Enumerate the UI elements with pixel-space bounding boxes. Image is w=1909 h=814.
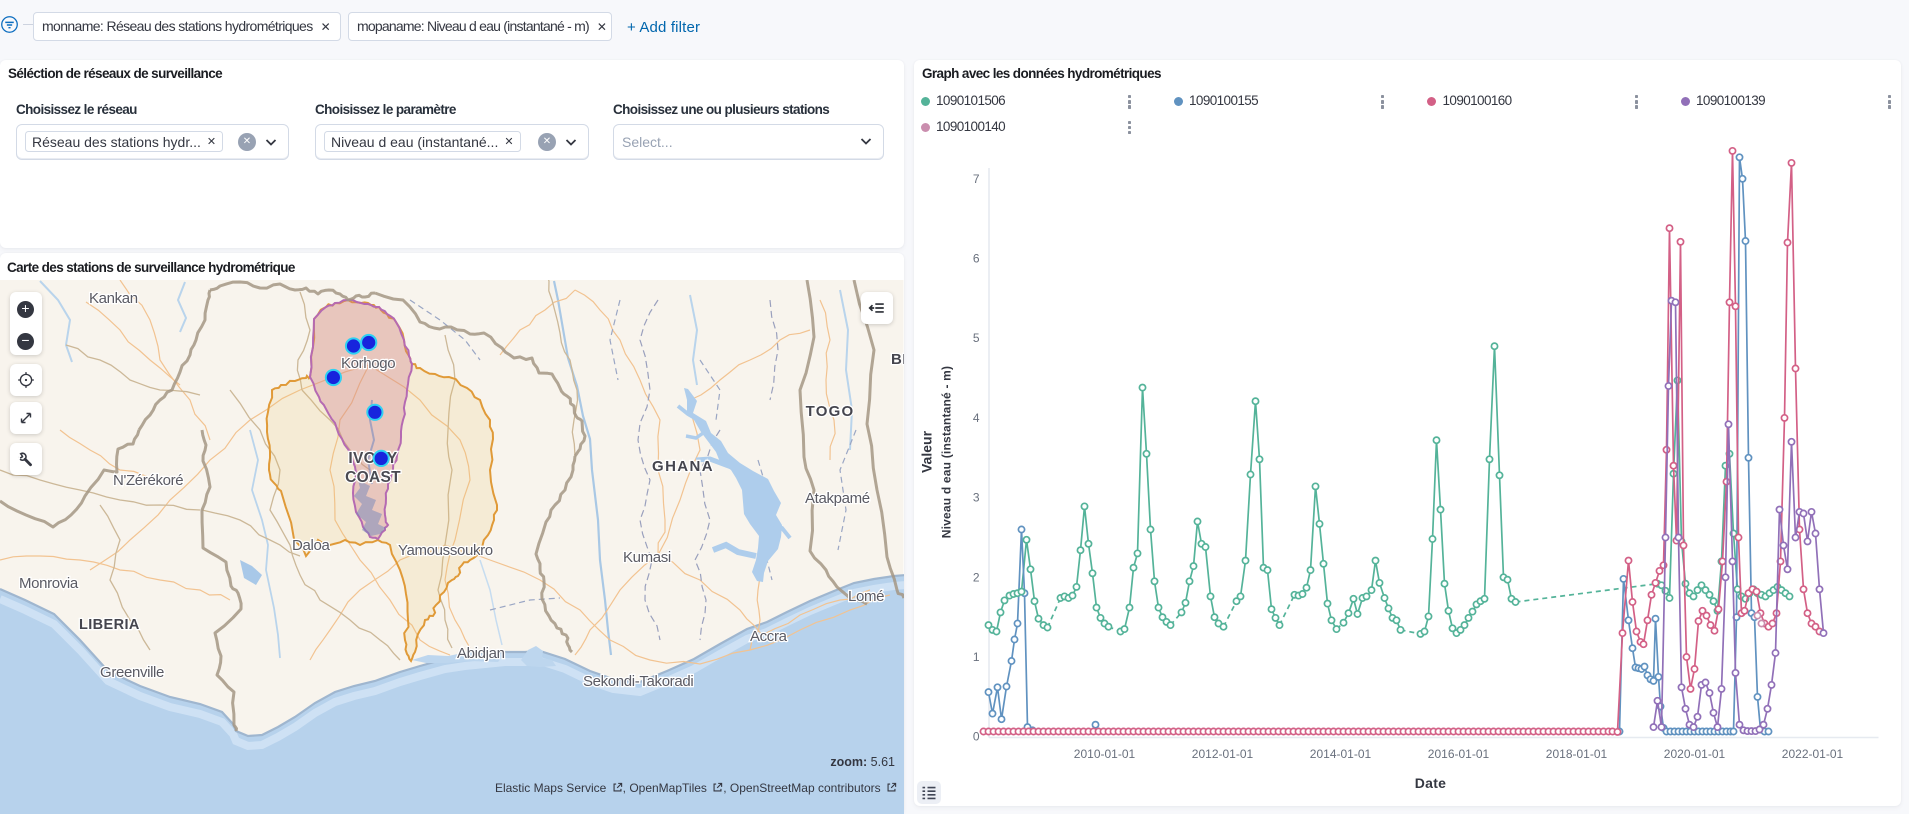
svg-text:2020-01-01: 2020-01-01 xyxy=(1663,747,1725,761)
svg-text:2022-01-01: 2022-01-01 xyxy=(1781,747,1843,761)
svg-text:Monrovia: Monrovia xyxy=(19,575,79,592)
svg-text:Date: Date xyxy=(1414,775,1446,791)
svg-text:Daloa: Daloa xyxy=(292,537,330,554)
svg-text:Atakpamé: Atakpamé xyxy=(805,490,870,507)
svg-text:6: 6 xyxy=(972,252,979,266)
svg-text:BI: BI xyxy=(891,351,904,368)
svg-text:GHANA: GHANA xyxy=(652,458,714,475)
svg-text:2012-01-01: 2012-01-01 xyxy=(1191,747,1253,761)
svg-text:Yamoussoukro: Yamoussoukro xyxy=(398,542,493,559)
svg-text:2010-01-01: 2010-01-01 xyxy=(1073,747,1135,761)
svg-text:Kankan: Kankan xyxy=(89,290,138,307)
svg-text:Niveau d eau (instantané - m): Niveau d eau (instantané - m) xyxy=(939,366,953,539)
svg-text:Valeur: Valeur xyxy=(918,430,934,473)
svg-text:2016-01-01: 2016-01-01 xyxy=(1427,747,1489,761)
svg-text:Greenville: Greenville xyxy=(100,664,164,681)
svg-text:Sekondi-Takoradi: Sekondi-Takoradi xyxy=(583,673,693,690)
svg-text:N'Zérékoré: N'Zérékoré xyxy=(113,472,183,489)
svg-text:0: 0 xyxy=(972,730,979,744)
svg-text:2014-01-01: 2014-01-01 xyxy=(1309,747,1371,761)
svg-text:3: 3 xyxy=(972,491,979,505)
svg-text:TOGO: TOGO xyxy=(806,403,855,420)
svg-text:5: 5 xyxy=(972,331,979,345)
svg-text:COAST: COAST xyxy=(345,469,401,486)
svg-text:LIBERIA: LIBERIA xyxy=(79,617,140,633)
svg-text:Abidjan: Abidjan xyxy=(457,645,505,662)
svg-text:Kumasi: Kumasi xyxy=(623,549,671,566)
svg-text:2: 2 xyxy=(972,570,979,584)
svg-text:2018-01-01: 2018-01-01 xyxy=(1545,747,1607,761)
svg-text:Accra: Accra xyxy=(750,628,788,645)
svg-text:7: 7 xyxy=(972,172,979,186)
svg-text:1: 1 xyxy=(972,650,979,664)
svg-text:Korhogo: Korhogo xyxy=(341,355,395,372)
svg-text:Lomé: Lomé xyxy=(848,588,884,605)
svg-text:4: 4 xyxy=(972,411,979,425)
